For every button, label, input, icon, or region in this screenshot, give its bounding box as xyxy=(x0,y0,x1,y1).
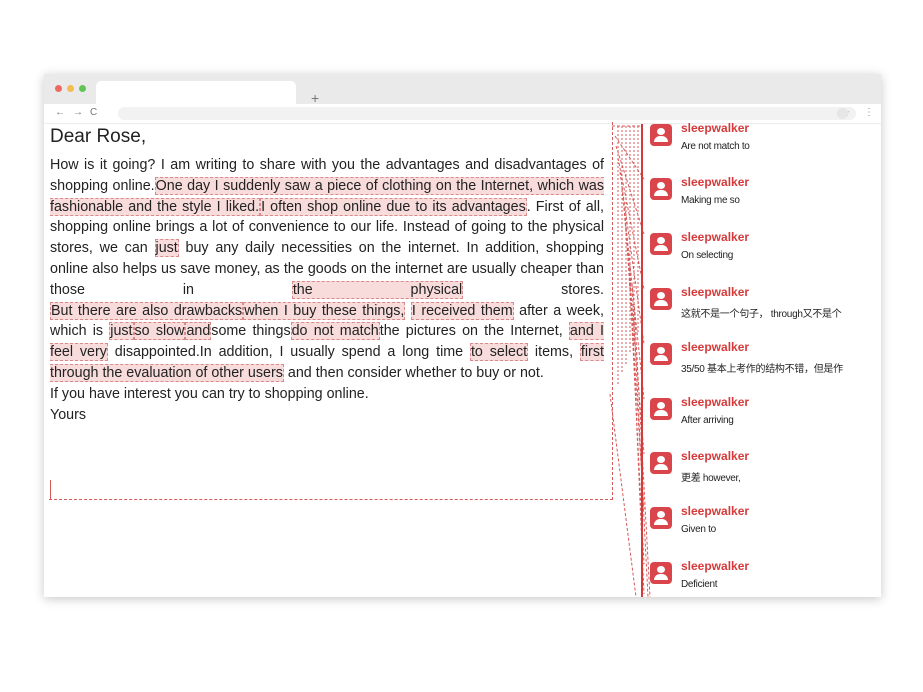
reload-icon[interactable]: C xyxy=(90,107,97,119)
comment-text: On selecting xyxy=(681,250,733,261)
essay-greeting: Dear Rose, xyxy=(50,126,147,147)
comment-item[interactable]: sleepwalker Are not match to xyxy=(647,121,881,164)
essay-text-run: disappointed.In addition, I usually spen… xyxy=(114,344,464,361)
essay-paragraph-3: If you have interest you can try to shop… xyxy=(50,385,369,402)
essay-text-run: the pictures on the Internet, xyxy=(379,323,563,340)
comment-text: Deficient xyxy=(681,579,718,590)
comment-username[interactable]: sleepwalker xyxy=(681,285,749,299)
essay-signoff: Yours xyxy=(50,406,87,423)
window-controls xyxy=(55,85,86,92)
user-avatar-icon xyxy=(650,124,672,146)
essay-paragraph-1: How is it going? I am writing to share w… xyxy=(50,155,604,301)
user-avatar-icon xyxy=(650,178,672,200)
user-avatar-icon xyxy=(650,343,672,365)
text-cursor xyxy=(50,480,51,500)
comment-item[interactable]: sleepwalker Given to xyxy=(647,504,881,547)
user-avatar-icon xyxy=(650,562,672,584)
address-bar: ← → C ☆ ⋮ xyxy=(44,104,881,124)
comment-username[interactable]: sleepwalker xyxy=(681,449,749,463)
menu-icon[interactable]: ⋮ xyxy=(864,107,874,119)
comment-item[interactable]: sleepwalker After arriving xyxy=(647,395,881,438)
essay-text-run: stores. xyxy=(561,281,604,298)
comment-username[interactable]: sleepwalker xyxy=(681,121,749,135)
sidebar-divider xyxy=(641,124,643,597)
highlighted-phrase[interactable]: so slow xyxy=(133,322,186,341)
comment-username[interactable]: sleepwalker xyxy=(681,559,749,573)
comment-username[interactable]: sleepwalker xyxy=(681,395,749,409)
page-content: Dear Rose, How is it going? I am writing… xyxy=(44,121,881,597)
browser-window: + ← → C ☆ ⋮ Dear Rose, How is it going? … xyxy=(44,74,881,597)
highlighted-phrase[interactable]: just xyxy=(154,239,179,258)
new-tab-icon[interactable]: + xyxy=(311,91,319,105)
highlighted-phrase[interactable]: to select xyxy=(469,343,529,362)
comment-item[interactable]: sleepwalker Deficient xyxy=(647,559,881,597)
comment-text: 更差 however, xyxy=(681,473,741,484)
essay-text-run: and then consider whether to buy or not. xyxy=(287,364,544,381)
comment-item[interactable]: sleepwalker 更差 however, xyxy=(647,449,881,492)
comment-item[interactable]: sleepwalker 这就不是一个句子， through又不是个 xyxy=(647,285,881,328)
highlighted-phrase[interactable]: and xyxy=(185,322,212,341)
comment-item[interactable]: sleepwalker 35/50 基本上考作的结构不错，但是作 xyxy=(647,340,881,383)
highlighted-phrase[interactable]: just xyxy=(109,322,134,341)
highlighted-phrase[interactable]: But there are also drawbacks xyxy=(50,301,244,320)
comment-username[interactable]: sleepwalker xyxy=(681,340,749,354)
tab-bar: + xyxy=(44,74,881,105)
browser-tab[interactable]: + xyxy=(96,81,319,105)
highlighted-phrase[interactable]: I often shop online due to its advantage… xyxy=(260,197,527,216)
comments-sidebar: sleepwalker Are not match to sleepwalker… xyxy=(641,121,881,597)
highlighted-phrase[interactable]: I received them xyxy=(410,301,514,320)
profile-icon[interactable] xyxy=(837,108,848,119)
highlighted-phrase[interactable]: when I buy these things, xyxy=(243,301,406,320)
user-avatar-icon xyxy=(650,233,672,255)
comment-text: Given to xyxy=(681,524,716,535)
close-dot[interactable] xyxy=(55,85,62,92)
comment-text: 35/50 基本上考作的结构不错，但是作 xyxy=(681,364,843,375)
minimize-dot[interactable] xyxy=(67,85,74,92)
essay-text-run: items, xyxy=(534,344,574,361)
essay-paragraph-2: But there are also drawbacks when I buy t… xyxy=(50,301,604,384)
highlighted-phrase[interactable]: the physical xyxy=(291,280,464,299)
essay-text-run: some things xyxy=(211,323,291,340)
comment-username[interactable]: sleepwalker xyxy=(681,230,749,244)
comment-text: After arriving xyxy=(681,415,734,426)
forward-icon[interactable]: → xyxy=(73,107,83,119)
comment-item[interactable]: sleepwalker On selecting xyxy=(647,230,881,273)
user-avatar-icon xyxy=(650,507,672,529)
highlighted-phrase[interactable]: do not match xyxy=(290,322,380,341)
maximize-dot[interactable] xyxy=(79,85,86,92)
url-input[interactable]: ☆ xyxy=(118,107,856,120)
comment-text: Making me so xyxy=(681,195,740,206)
user-avatar-icon xyxy=(650,398,672,420)
comment-item[interactable]: sleepwalker Making me so xyxy=(647,175,881,218)
comment-username[interactable]: sleepwalker xyxy=(681,504,749,518)
user-avatar-icon xyxy=(650,452,672,474)
comment-text: Are not match to xyxy=(681,141,750,152)
essay-text[interactable]: Dear Rose, How is it going? I am writing… xyxy=(50,124,604,425)
comment-username[interactable]: sleepwalker xyxy=(681,175,749,189)
user-avatar-icon xyxy=(650,288,672,310)
comment-text: 这就不是一个句子， through又不是个 xyxy=(681,309,842,320)
back-icon[interactable]: ← xyxy=(55,107,65,119)
